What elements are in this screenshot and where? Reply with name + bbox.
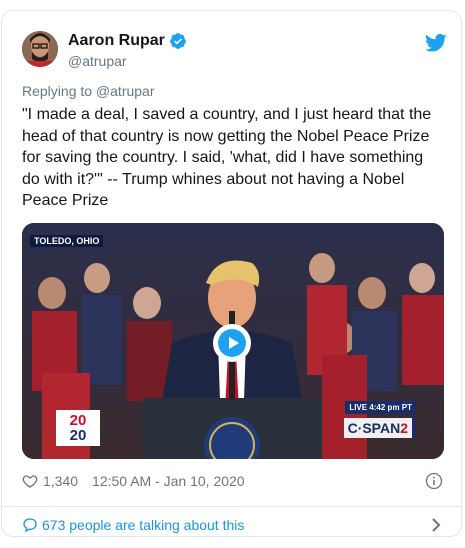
conversation-link[interactable]: 673 people are talking about this (22, 510, 447, 536)
info-icon[interactable] (425, 472, 443, 490)
author-name[interactable]: Aaron Rupar (68, 32, 165, 50)
network-logo: C·SPAN2 (343, 418, 416, 438)
author-name-row: Aaron Rupar (68, 32, 187, 50)
play-icon (218, 329, 246, 357)
campaign-logo: 20 20 (56, 410, 100, 446)
heart-icon[interactable] (22, 473, 38, 489)
tweet-stats: 1,340 12:50 AM - Jan 10, 2020 (22, 473, 245, 489)
speech-bubble-icon (23, 518, 37, 533)
like-count[interactable]: 1,340 (43, 473, 78, 489)
replying-to[interactable]: Replying to @atrupar (22, 83, 155, 99)
live-label: LIVE 4:42 pm PT (345, 401, 416, 414)
location-label: TOLEDO, OHIO (30, 235, 104, 247)
play-button[interactable] (213, 324, 251, 362)
divider (2, 506, 461, 507)
tweet-header: Aaron Rupar @atrupar (22, 31, 447, 71)
author-handle[interactable]: @atrupar (68, 53, 127, 69)
conversation-label[interactable]: 673 people are talking about this (42, 517, 244, 533)
tweet-text: "I made a deal, I saved a country, and I… (22, 106, 432, 209)
verified-badge-icon (170, 33, 186, 49)
avatar[interactable] (22, 31, 58, 67)
tweet-timestamp[interactable]: 12:50 AM - Jan 10, 2020 (92, 473, 245, 489)
tweet-card[interactable]: Aaron Rupar @atrupar Replying to @atrupa… (1, 10, 462, 537)
chevron-right-icon[interactable] (431, 518, 441, 532)
video-media[interactable]: TOLEDO, OHIO 20 20 LIVE 4:42 pm PT C·SPA… (22, 223, 444, 459)
twitter-bird-icon[interactable] (425, 33, 447, 53)
